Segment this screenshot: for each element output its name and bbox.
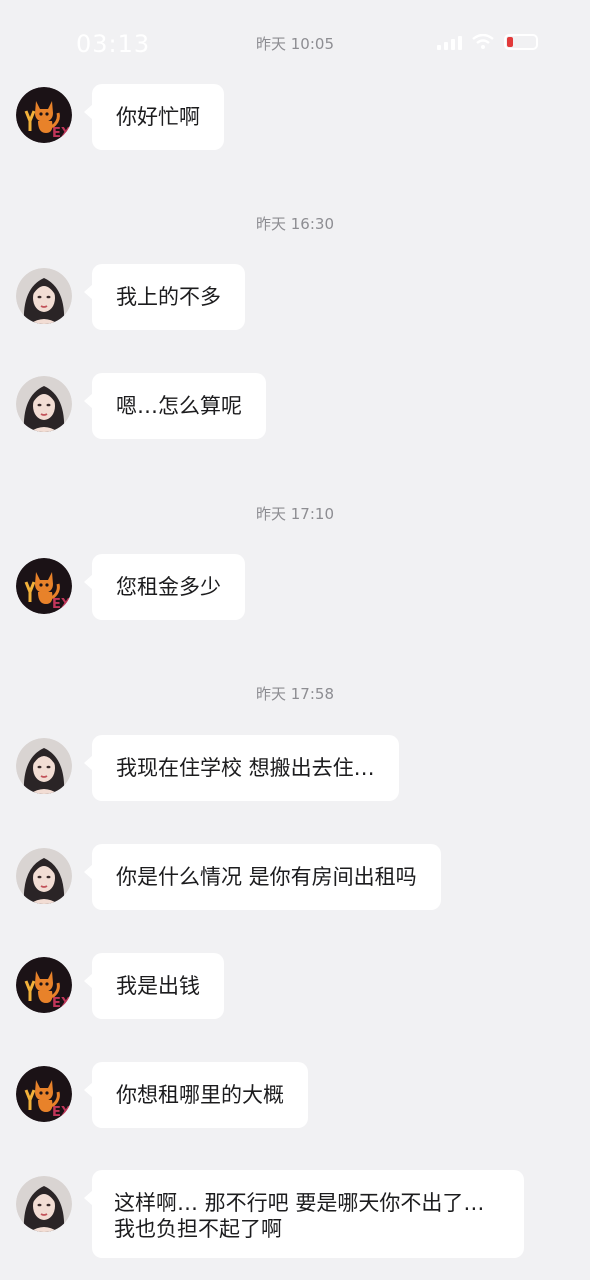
contact-avatar[interactable] [16,558,72,614]
contact-avatar[interactable] [16,848,72,904]
timestamp: 昨天 17:58 [256,685,334,703]
timestamp: 昨天 17:10 [256,505,334,523]
contact-avatar[interactable] [16,268,72,324]
message-bubble[interactable]: 我现在住学校 想搬出去住… [84,735,399,801]
message-bubble[interactable]: 嗯…怎么算呢 [84,373,266,439]
message-bubble[interactable]: 我是出钱 [84,953,224,1019]
contact-avatar[interactable] [16,738,72,794]
contact-avatar[interactable] [16,87,72,143]
message-bubble[interactable]: 你是什么情况 是你有房间出租吗 [84,844,441,910]
contact-avatar[interactable] [16,376,72,432]
contact-avatar[interactable] [16,1066,72,1122]
timestamp: 昨天 10:05 [256,35,334,53]
message-bubble[interactable]: 您租金多少 [84,554,245,620]
message-bubble[interactable]: 我上的不多 [84,264,245,330]
message-bubble[interactable]: 你好忙啊 [84,84,224,150]
contact-avatar[interactable] [16,1176,72,1232]
contact-avatar[interactable] [16,957,72,1013]
timestamp: 昨天 16:30 [256,215,334,233]
message-bubble[interactable]: 你想租哪里的大概 [84,1062,308,1128]
message-bubble[interactable]: 这样啊… 那不行吧 要是哪天你不出了…我也负担不起了啊 [84,1170,524,1258]
